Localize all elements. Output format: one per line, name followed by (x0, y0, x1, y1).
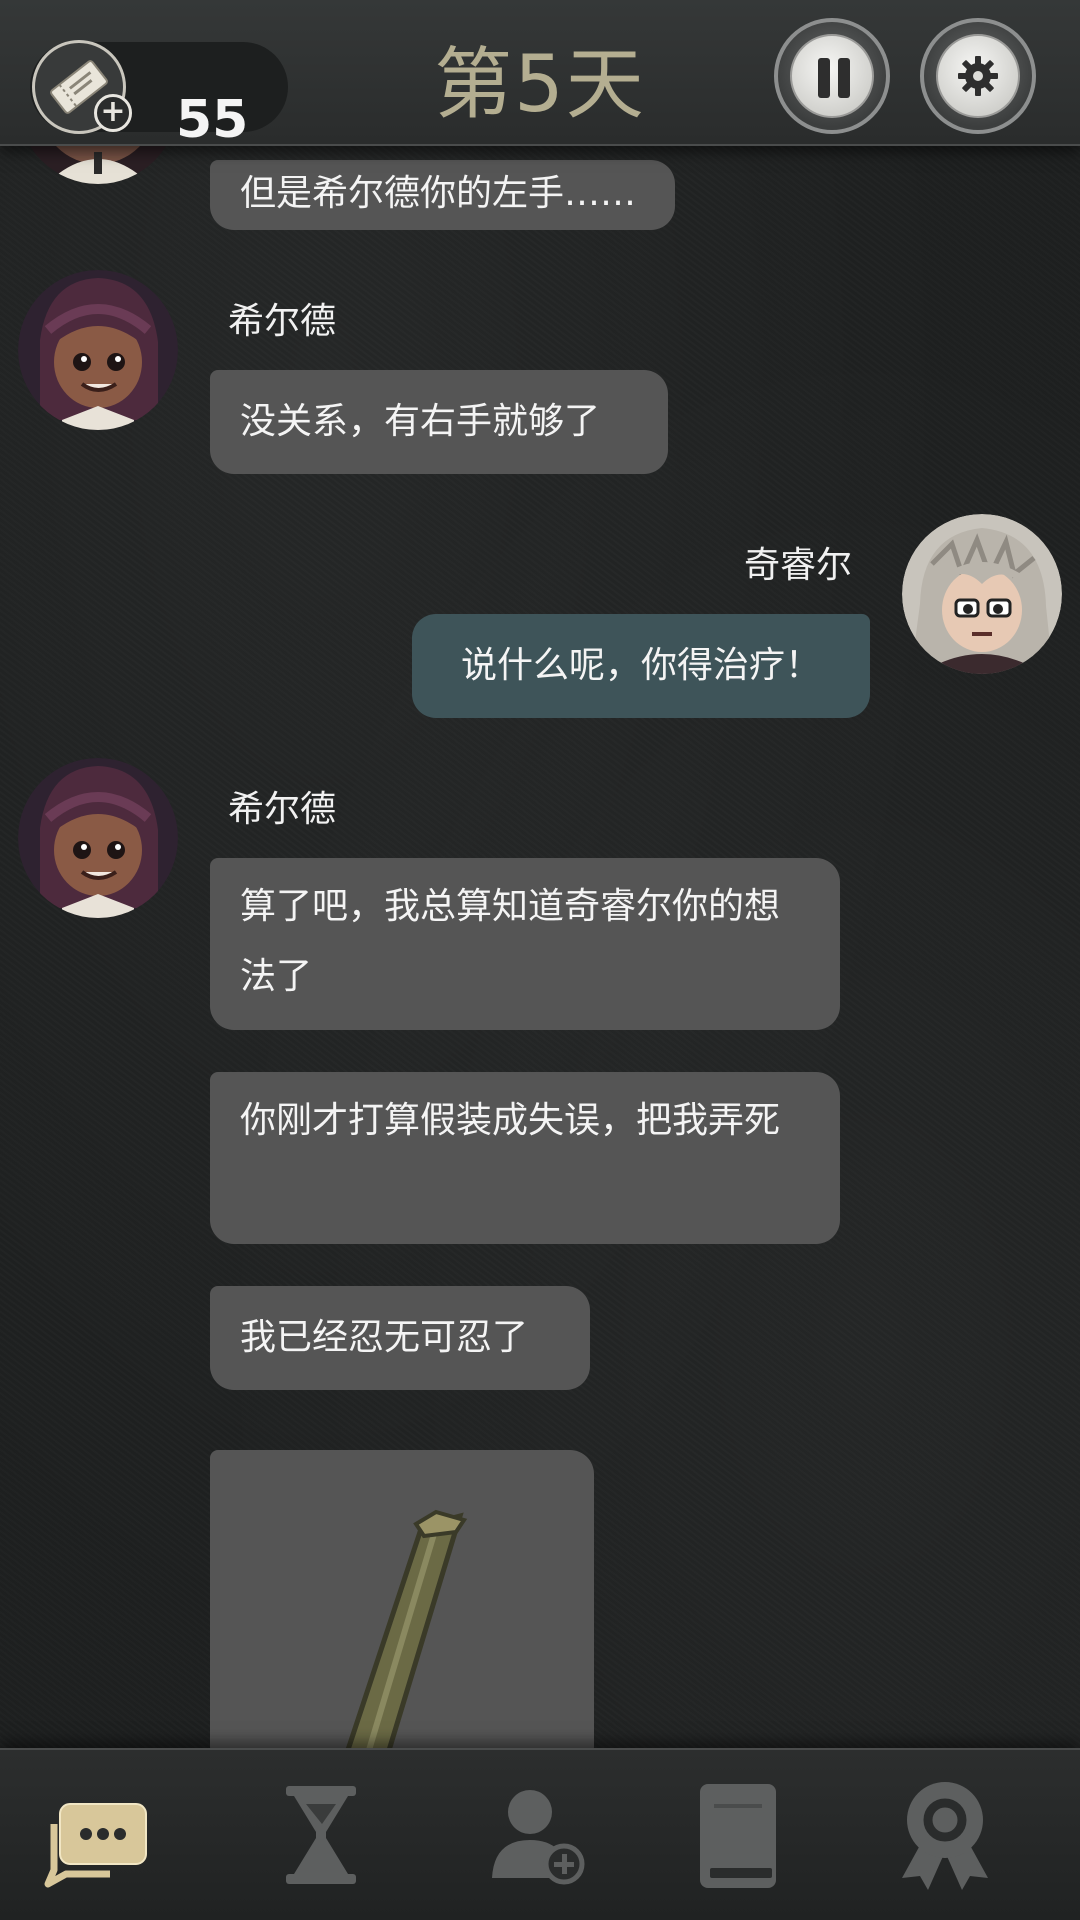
message-text: 你刚才打算假装成失误，把我弄死 (240, 1100, 781, 1141)
day-title: 第5天 (434, 40, 646, 130)
gear-icon (936, 34, 1020, 118)
award-ribbon-icon (902, 1782, 988, 1890)
book-icon (700, 1784, 776, 1888)
message-text: 我已经忍无可忍了 (240, 1317, 529, 1358)
plus-icon[interactable]: + (94, 94, 132, 132)
avatar-hilde[interactable] (18, 270, 178, 430)
message-bubble: 你刚才打算假装成失误，把我弄死 (210, 1072, 840, 1244)
chat-log[interactable]: 但是希尔德你的左手…… 希尔德 没关系，有右手就够了 奇睿尔 说什么呢，你得治疗… (0, 0, 1080, 1748)
nav-chat[interactable] (40, 1774, 170, 1898)
ticket-count: 55 (176, 90, 249, 150)
avatar-hilde[interactable] (18, 758, 178, 918)
image-message[interactable] (210, 1450, 594, 1748)
add-contact-icon (492, 1790, 585, 1885)
settings-button[interactable] (920, 18, 1036, 134)
message-text: 说什么呢，你得治疗！ (460, 645, 821, 686)
message-bubble: 没关系，有右手就够了 (210, 370, 668, 474)
speaker-name: 奇睿尔 (743, 545, 852, 586)
nav-time[interactable] (256, 1774, 386, 1898)
message-text: 没关系，有右手就够了 (240, 401, 601, 442)
nav-journal[interactable] (674, 1774, 804, 1898)
bottom-nav (0, 1748, 1080, 1920)
game-screen: 但是希尔德你的左手…… 希尔德 没关系，有右手就够了 奇睿尔 说什么呢，你得治疗… (0, 0, 1080, 1920)
nav-contacts[interactable] (474, 1774, 604, 1898)
avatar-qiruier[interactable] (902, 514, 1062, 674)
speaker-name: 希尔德 (228, 789, 337, 830)
pause-icon (790, 34, 874, 118)
wooden-stick-image (345, 1509, 468, 1748)
message-text: 算了吧，我总算知道奇睿尔你的想法了 (240, 886, 781, 997)
message-bubble: 我已经忍无可忍了 (210, 1286, 590, 1390)
pause-button[interactable] (774, 18, 890, 134)
message-bubble: 但是希尔德你的左手…… (210, 160, 675, 230)
message-bubble: 说什么呢，你得治疗！ (412, 614, 870, 718)
ticket-counter[interactable]: + 55 (30, 40, 288, 150)
message-text: 但是希尔德你的左手…… (240, 173, 637, 214)
top-bar: + 55 第5天 (0, 0, 1080, 150)
message-bubble: 算了吧，我总算知道奇睿尔你的想法了 (210, 858, 840, 1030)
speaker-name: 希尔德 (228, 301, 337, 342)
hourglass-icon (286, 1786, 356, 1884)
nav-achievements[interactable] (880, 1774, 1010, 1898)
chat-bubbles-icon (44, 1803, 147, 1888)
